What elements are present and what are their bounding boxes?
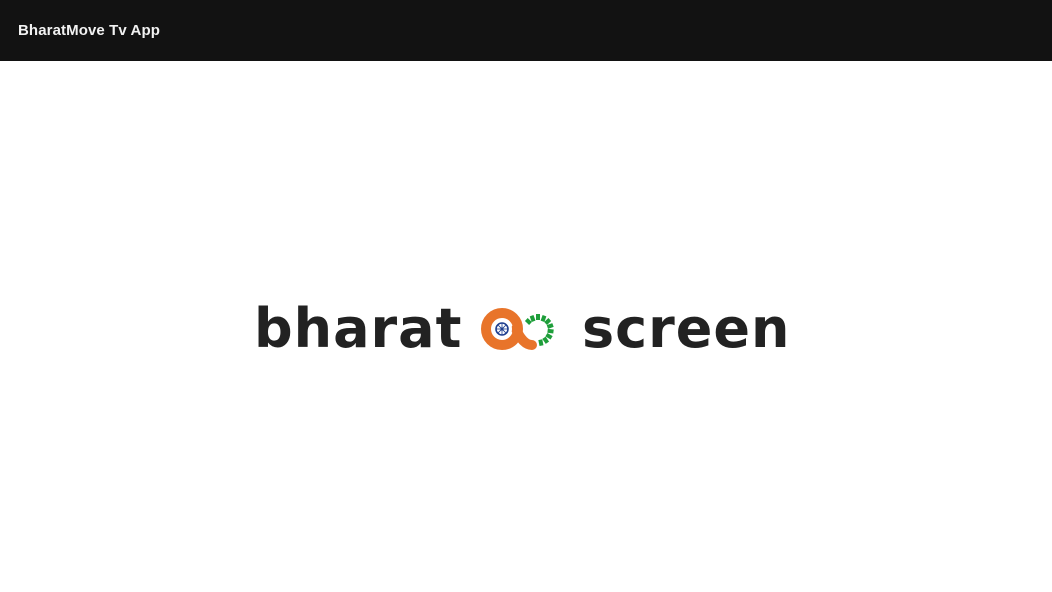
title-bar: BharatMove Tv App [0,0,1052,61]
brand-logo: bharat screen [254,299,798,359]
logo-word-bharat: bharat [254,297,463,360]
splash-content: bharat screen [0,61,1052,592]
app-title: BharatMove Tv App [18,22,160,39]
infinity-chakra-icon [476,299,564,359]
logo-word-screen: screen [582,297,791,360]
app-window: BharatMove Tv App bharat screen [0,0,1052,592]
